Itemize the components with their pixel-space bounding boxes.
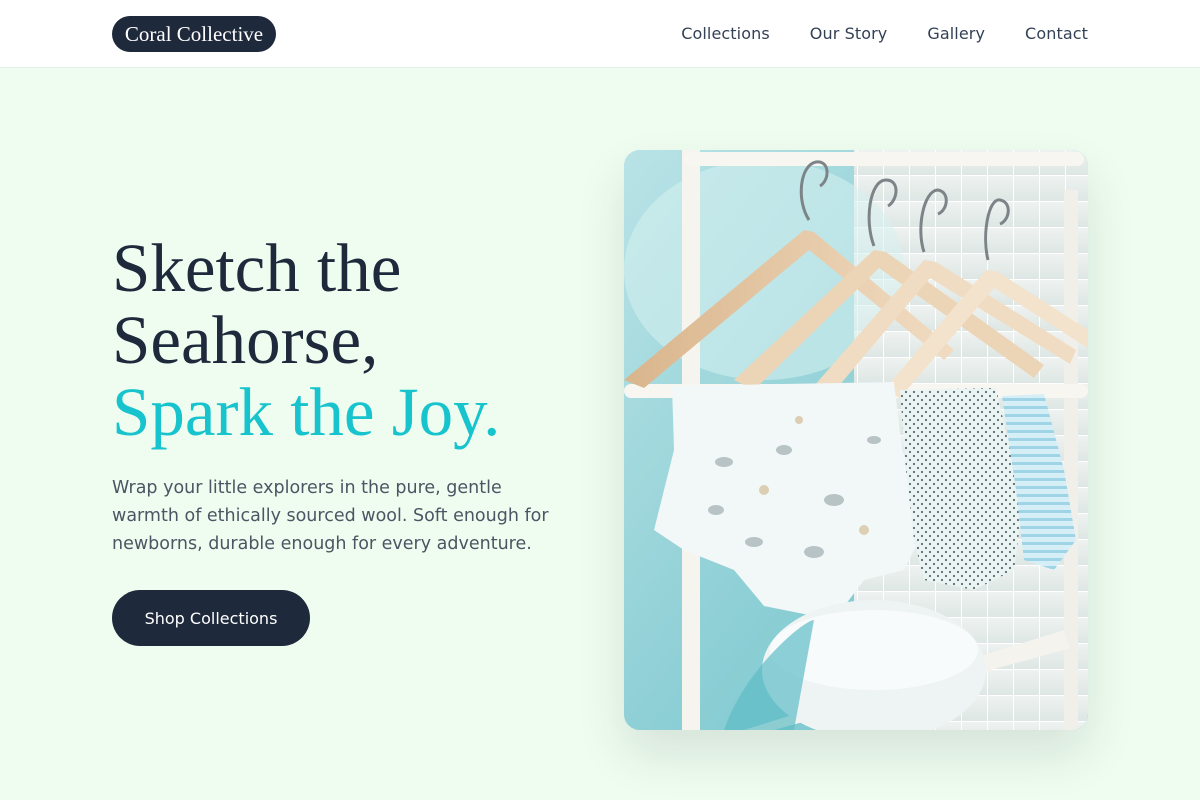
- headline-accent: Spark the Joy.: [112, 374, 501, 450]
- headline-line-1: Sketch the: [112, 230, 402, 306]
- nav-our-story[interactable]: Our Story: [810, 24, 888, 43]
- shop-collections-button[interactable]: Shop Collections: [112, 590, 310, 646]
- main-nav: Collections Our Story Gallery Contact: [681, 0, 1088, 66]
- headline-line-2: Seahorse,: [112, 302, 379, 378]
- nav-contact[interactable]: Contact: [1025, 24, 1088, 43]
- hero-description: Wrap your little explorers in the pure, …: [112, 478, 549, 554]
- brand-logo[interactable]: Coral Collective: [112, 16, 276, 52]
- hero-image: [624, 150, 1088, 730]
- site-header: Coral Collective Collections Our Story G…: [0, 0, 1200, 68]
- nav-collections[interactable]: Collections: [681, 24, 770, 43]
- hero-copy: Sketch the Seahorse, Spark the Joy. Wrap…: [112, 232, 582, 558]
- clothes-rack-illustration: [624, 150, 1088, 730]
- hero-headline: Sketch the Seahorse, Spark the Joy.: [112, 232, 582, 448]
- nav-gallery[interactable]: Gallery: [927, 24, 985, 43]
